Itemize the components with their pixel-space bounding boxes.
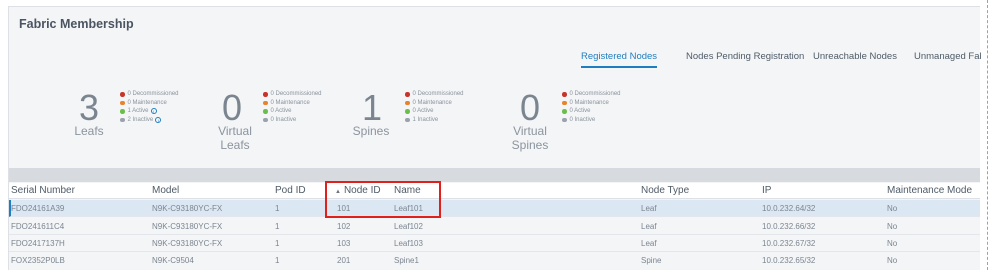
cell-maintenance-mode: No xyxy=(887,204,898,213)
inactive-dot-icon xyxy=(405,117,410,122)
virtual-spines-count: 0 xyxy=(519,87,541,128)
decommissioned-dot-icon xyxy=(562,92,567,97)
tab-unreachable-nodes[interactable]: Unreachable Nodes xyxy=(813,50,897,68)
spines-count: 1 xyxy=(361,87,383,128)
cell-serial-number: FDO2417137H xyxy=(11,239,65,248)
cell-node-id: 102 xyxy=(337,222,351,231)
column-header-maintenance-mode[interactable]: Maintenance Mode xyxy=(887,185,972,196)
virtual-leafs-maintenance: 0 Maintenance xyxy=(270,99,310,106)
virtual-spines-active: 0 Active xyxy=(569,108,591,114)
cell-serial-number: FDO241611C4 xyxy=(11,222,65,231)
cell-model: N9K-C93180YC-FX xyxy=(152,239,223,248)
cell-pod-id: 1 xyxy=(275,222,280,231)
spines-inactive: 1 Inactive xyxy=(412,116,439,123)
column-header-node-type[interactable]: Node Type xyxy=(641,185,689,196)
cell-node-type: Leaf xyxy=(641,239,657,248)
decommissioned-dot-icon xyxy=(405,92,410,97)
leafs-active: 1 Active xyxy=(127,108,149,114)
maintenance-dot-icon xyxy=(405,100,410,105)
tab-nodes-pending-registration[interactable]: Nodes Pending Registration xyxy=(686,50,804,68)
virtual-spines-label: Virtual Spines xyxy=(511,124,549,152)
table-header: Serial Number Model Pod ID ▲ Node ID Name… xyxy=(9,183,980,199)
table-row[interactable]: FDO2417137H N9K-C93180YC-FX 1 103 Leaf10… xyxy=(9,235,980,252)
cell-model: N9K-C93180YC-FX xyxy=(152,222,223,231)
maintenance-dot-icon xyxy=(120,100,125,105)
node-id-name-highlight-box xyxy=(325,181,441,218)
maintenance-dot-icon xyxy=(263,100,268,105)
column-header-model[interactable]: Model xyxy=(152,185,179,196)
cell-serial-number: FOX2352P0LB xyxy=(11,256,65,265)
info-icon[interactable]: i xyxy=(150,108,157,115)
cell-pod-id: 1 xyxy=(275,239,280,248)
active-dot-icon xyxy=(405,109,410,114)
cell-pod-id: 1 xyxy=(275,256,280,265)
table-toolbar-bar xyxy=(9,168,980,182)
spines-decommissioned: 0 Decommissioned xyxy=(412,91,464,97)
virtual-spines-legend: 0 Decommissioned 0 Maintenance 0 Active … xyxy=(562,90,621,124)
cell-maintenance-mode: No xyxy=(887,256,898,265)
virtual-spines-maintenance: 0 Maintenance xyxy=(569,99,609,106)
active-dot-icon xyxy=(263,109,268,114)
inactive-dot-icon xyxy=(120,117,125,122)
leafs-decommissioned: 0 Decommissioned xyxy=(127,91,179,97)
active-dot-icon xyxy=(562,109,567,114)
leafs-label: Leafs xyxy=(74,124,104,138)
info-icon[interactable]: i xyxy=(155,116,162,123)
virtual-spines-inactive: 0 Inactive xyxy=(569,116,596,123)
leafs-legend: 0 Decommissioned 0 Maintenance 1 Active i… xyxy=(120,90,179,124)
column-header-serial-number[interactable]: Serial Number xyxy=(11,185,75,196)
page: Fabric Membership Registered Nodes Nodes… xyxy=(0,0,999,270)
cell-pod-id: 1 xyxy=(275,204,280,213)
spines-legend: 0 Decommissioned 0 Maintenance 0 Active … xyxy=(405,90,464,124)
table-row[interactable]: FOX2352P0LB N9K-C9504 1 201 Spine1 Spine… xyxy=(9,252,980,270)
cell-ip: 10.0.232.65/32 xyxy=(762,256,816,265)
cell-serial-number: FDO24161A39 xyxy=(11,204,65,213)
virtual-leafs-count: 0 xyxy=(221,87,243,128)
cell-name: Leaf102 xyxy=(394,222,423,231)
cell-ip: 10.0.232.67/32 xyxy=(762,239,816,248)
virtual-spines-decommissioned: 0 Decommissioned xyxy=(569,91,621,97)
cell-ip: 10.0.232.66/32 xyxy=(762,222,816,231)
cell-maintenance-mode: No xyxy=(887,239,898,248)
dashed-edge-divider xyxy=(987,0,988,270)
leafs-inactive: 2 Inactive xyxy=(127,116,154,123)
cell-maintenance-mode: No xyxy=(887,222,898,231)
virtual-leafs-label: Virtual Leafs xyxy=(218,124,252,152)
cell-node-id: 103 xyxy=(337,239,351,248)
column-header-ip[interactable]: IP xyxy=(762,185,771,196)
cell-model: N9K-C93180YC-FX xyxy=(152,204,223,213)
cell-node-type: Spine xyxy=(641,256,662,265)
virtual-leafs-legend: 0 Decommissioned 0 Maintenance 0 Active … xyxy=(263,90,322,124)
cell-node-type: Leaf xyxy=(641,204,657,213)
leafs-count: 3 xyxy=(78,87,100,128)
spines-label: Spines xyxy=(352,124,390,138)
table-row[interactable]: FDO241611C4 N9K-C93180YC-FX 1 102 Leaf10… xyxy=(9,218,980,235)
virtual-leafs-active: 0 Active xyxy=(270,108,292,114)
active-dot-icon xyxy=(120,109,125,114)
cell-name: Spine1 xyxy=(394,256,419,265)
table-row[interactable]: FDO24161A39 N9K-C93180YC-FX 1 101 Leaf10… xyxy=(9,200,980,217)
leafs-maintenance: 0 Maintenance xyxy=(127,99,167,106)
cell-ip: 10.0.232.64/32 xyxy=(762,204,816,213)
virtual-leafs-decommissioned: 0 Decommissioned xyxy=(270,91,322,97)
maintenance-dot-icon xyxy=(562,100,567,105)
spines-active: 0 Active xyxy=(412,108,434,114)
cell-name: Leaf103 xyxy=(394,239,423,248)
tab-registered-nodes[interactable]: Registered Nodes xyxy=(581,50,658,68)
cell-model: N9K-C9504 xyxy=(152,256,194,265)
page-title: Fabric Membership xyxy=(19,17,134,31)
tab-bar: Registered Nodes Nodes Pending Registrat… xyxy=(581,50,981,70)
cell-node-type: Leaf xyxy=(641,222,657,231)
virtual-leafs-inactive: 0 Inactive xyxy=(270,116,297,123)
decommissioned-dot-icon xyxy=(120,92,125,97)
spines-maintenance: 0 Maintenance xyxy=(412,99,452,106)
inactive-dot-icon xyxy=(263,117,268,122)
tab-unmanaged-fabric[interactable]: Unmanaged Fabric xyxy=(914,50,981,68)
inactive-dot-icon xyxy=(562,117,567,122)
column-header-pod-id[interactable]: Pod ID xyxy=(275,185,306,196)
cell-node-id: 201 xyxy=(337,256,351,265)
decommissioned-dot-icon xyxy=(263,92,268,97)
